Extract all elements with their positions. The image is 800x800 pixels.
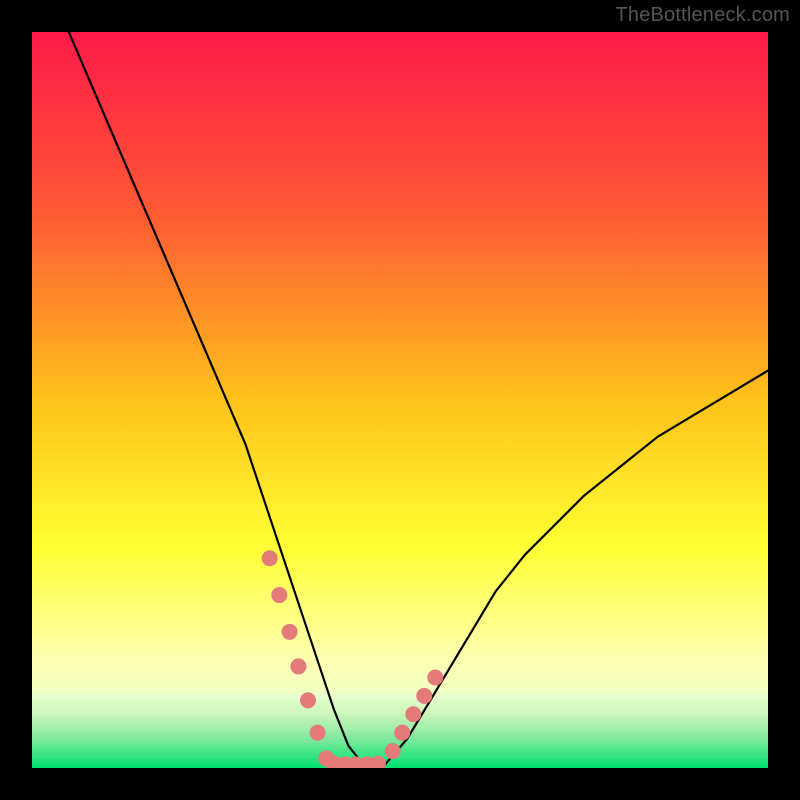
highlight-dots-left-point bbox=[262, 550, 278, 566]
chart-svg bbox=[32, 32, 768, 768]
highlight-dots-left-point bbox=[310, 725, 326, 741]
highlight-dots-right-point bbox=[416, 688, 432, 704]
highlight-dots-right-point bbox=[427, 669, 443, 685]
highlight-dots-left-point bbox=[282, 624, 298, 640]
highlight-dots-right-point bbox=[394, 725, 410, 741]
chart-frame: TheBottleneck.com bbox=[0, 0, 800, 800]
highlight-dots-right-point bbox=[385, 743, 401, 759]
highlight-dots-left-point bbox=[290, 658, 306, 674]
watermark-label: TheBottleneck.com bbox=[615, 4, 790, 27]
highlight-dots-right-point bbox=[405, 706, 421, 722]
plot-area bbox=[32, 32, 768, 768]
highlight-dots-left-point bbox=[271, 587, 287, 603]
highlight-dots-left-point bbox=[300, 692, 316, 708]
